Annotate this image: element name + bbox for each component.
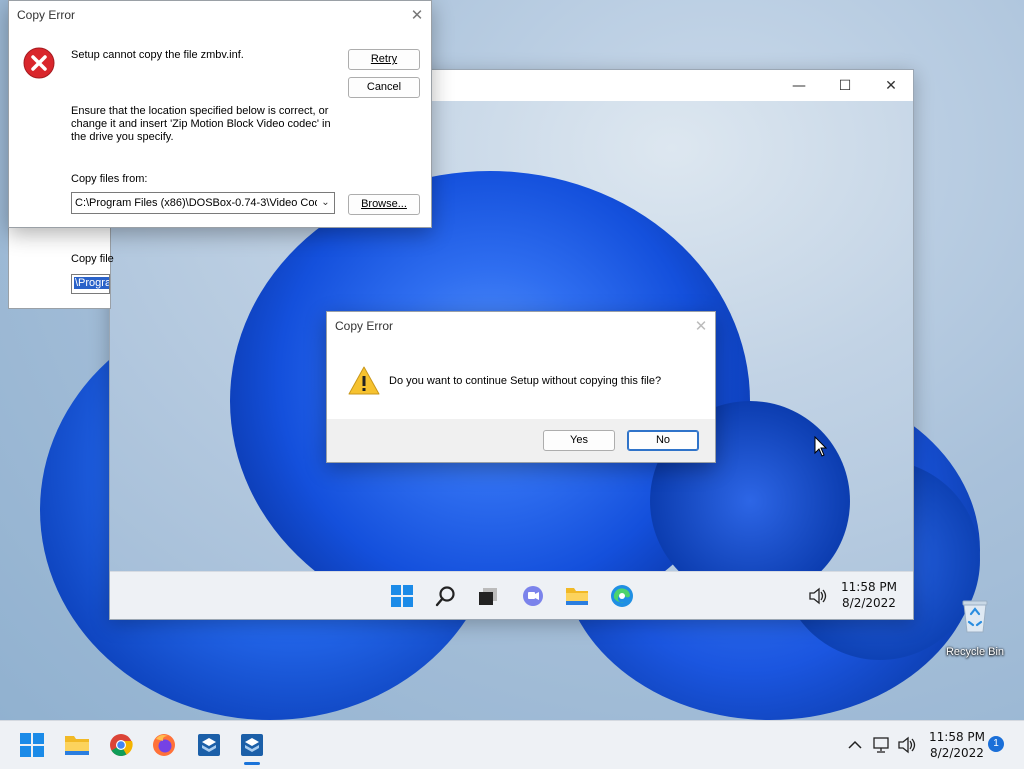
volume-icon[interactable] — [893, 731, 921, 759]
confirm-dialog-close-icon[interactable]: ✕ — [689, 316, 713, 336]
chevron-down-icon[interactable]: ⌄ — [317, 193, 334, 213]
cancel-button[interactable]: Cancel — [348, 77, 420, 98]
taskbar: 11:58 PM 8/2/2022 1 — [0, 720, 1024, 769]
windows-start-icon[interactable] — [388, 582, 416, 610]
setup-copy-error-dialog[interactable]: Copy Error ✕ Setup cannot copy the file … — [8, 0, 432, 228]
mouse-cursor-icon — [814, 435, 828, 458]
file-explorer-icon[interactable] — [563, 582, 591, 610]
browse-button[interactable]: Browse... — [348, 194, 420, 215]
setup-instructions-line2: change it and insert 'Zip Motion Block V… — [71, 118, 331, 130]
taskbar-clock-date: 8/2/2022 — [930, 746, 984, 760]
setup-instructions-line3: the drive you specify. — [71, 131, 174, 143]
firefox-icon[interactable] — [150, 731, 178, 759]
confirm-message: Do you want to continue Setup without co… — [389, 375, 662, 387]
close-button[interactable]: ✕ — [868, 70, 913, 101]
notification-badge[interactable]: 1 — [988, 736, 1004, 752]
volume-icon[interactable] — [804, 582, 832, 610]
file-explorer-icon[interactable] — [63, 731, 91, 759]
virtualbox-active-icon[interactable] — [238, 731, 266, 759]
yes-button[interactable]: Yes — [543, 430, 615, 451]
vm-taskbar: 11:58 PM 8/2/2022 — [110, 571, 913, 619]
retry-button[interactable]: Retry — [348, 49, 420, 70]
windows-start-icon[interactable] — [18, 731, 46, 759]
warning-icon — [348, 366, 380, 396]
background-copy-label: Copy file — [71, 253, 114, 265]
recycle-bin-label: Recycle Bin — [945, 646, 1005, 658]
background-path-selection[interactable]: \Progra — [71, 274, 110, 294]
copy-files-from-combobox[interactable]: C:\Program Files (x86)\DOSBox-0.74-3\Vid… — [71, 192, 335, 214]
network-icon[interactable] — [868, 731, 896, 759]
setup-dialog-title: Copy Error — [17, 8, 76, 22]
search-icon[interactable] — [432, 582, 460, 610]
recycle-bin-shortcut[interactable]: Recycle Bin — [942, 598, 1008, 664]
minimize-button[interactable]: — — [776, 70, 822, 101]
confirm-dialog-title: Copy Error — [335, 319, 394, 333]
confirm-copy-error-dialog[interactable]: Copy Error ✕ Do you want to continue Set… — [326, 311, 716, 463]
chrome-icon[interactable] — [107, 731, 135, 759]
vm-clock[interactable]: 11:58 PM 8/2/2022 — [836, 579, 902, 611]
teams-chat-icon[interactable] — [519, 582, 547, 610]
recycle-bin-icon — [960, 598, 990, 634]
setup-instructions-line1: Ensure that the location specified below… — [71, 105, 329, 117]
background-setup-dialog[interactable]: Copy file \Progra — [8, 220, 114, 309]
chevron-up-icon[interactable] — [841, 731, 869, 759]
copy-files-from-value: C:\Program Files (x86)\DOSBox-0.74-3\Vid… — [75, 197, 327, 209]
setup-dialog-close-icon[interactable]: ✕ — [405, 5, 429, 25]
background-path-text: \Progra — [74, 277, 109, 289]
task-view-icon[interactable] — [474, 582, 502, 610]
no-button[interactable]: No — [627, 430, 699, 451]
error-icon — [23, 47, 55, 79]
taskbar-clock[interactable]: 11:58 PM 8/2/2022 — [922, 729, 992, 761]
vm-clock-time: 11:58 PM — [841, 580, 897, 594]
maximize-button[interactable]: ☐ — [822, 70, 868, 101]
taskbar-clock-time: 11:58 PM — [929, 730, 985, 744]
virtualbox-icon[interactable] — [195, 731, 223, 759]
edge-icon[interactable] — [608, 582, 636, 610]
vm-clock-date: 8/2/2022 — [842, 596, 896, 610]
active-app-indicator — [244, 762, 260, 765]
copy-files-from-label: Copy files from: — [71, 173, 148, 185]
setup-error-message: Setup cannot copy the file zmbv.inf. — [71, 49, 244, 61]
